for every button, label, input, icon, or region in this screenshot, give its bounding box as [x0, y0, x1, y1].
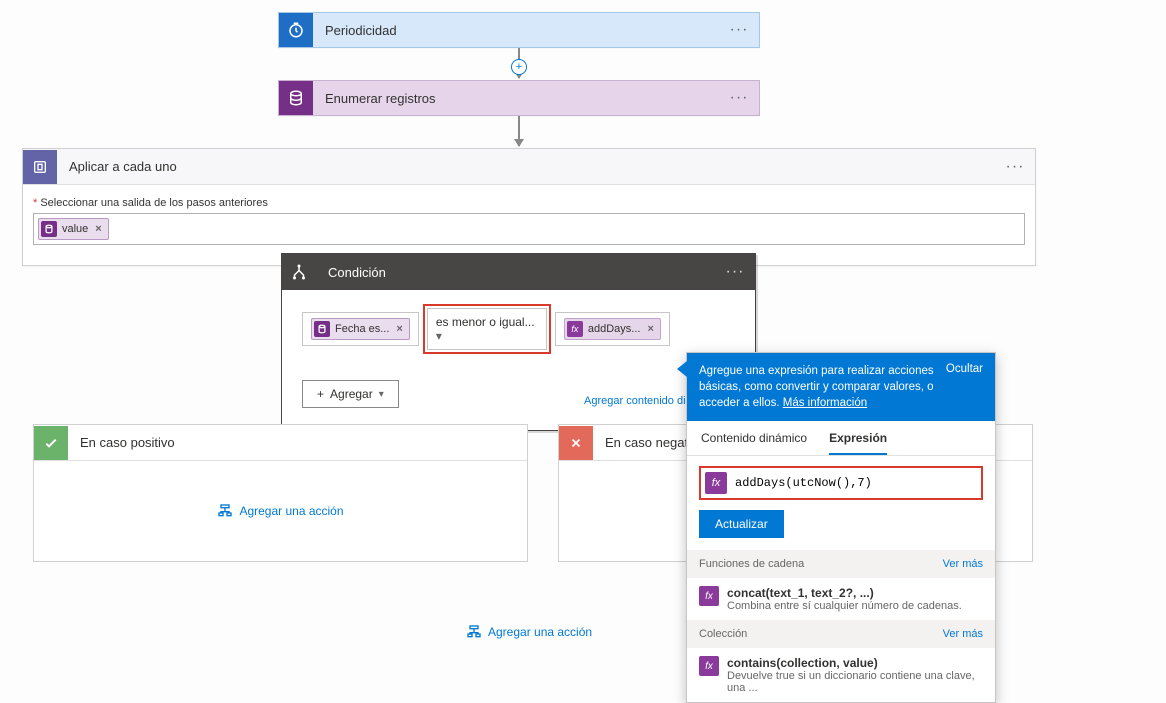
expression-panel: Agregue una expresión para realizar acci…: [686, 352, 996, 703]
token-label: value: [62, 223, 88, 235]
add-condition-button[interactable]: + Agregar ▾: [302, 380, 399, 408]
condition-row: Fecha es... ×: [302, 312, 419, 346]
section-collection-header: Colección Ver más: [687, 620, 995, 648]
connector-arrow: [518, 116, 520, 146]
left-operand-token[interactable]: Fecha es... ×: [311, 318, 410, 340]
branch-icon: [282, 255, 316, 289]
see-more-collection[interactable]: Ver más: [943, 628, 983, 640]
trigger-card[interactable]: Periodicidad ···: [278, 12, 760, 48]
expression-input-highlight: fx: [699, 466, 983, 500]
value-token[interactable]: value ×: [38, 218, 109, 240]
chevron-down-icon: ▾: [379, 389, 384, 400]
fx-icon: fx: [699, 656, 719, 676]
token-label: Fecha es...: [335, 323, 389, 335]
foreach-menu[interactable]: ···: [995, 158, 1035, 176]
plus-icon: +: [317, 387, 324, 401]
condition-operator-dropdown[interactable]: es menor o igual... ▾: [427, 308, 547, 350]
enumerate-title: Enumerar registros: [313, 91, 719, 106]
right-operand-token[interactable]: fx addDays... ×: [564, 318, 661, 340]
expression-panel-header: Agregue una expresión para realizar acci…: [687, 353, 995, 421]
trigger-menu[interactable]: ···: [719, 21, 759, 39]
add-action-bottom[interactable]: Agregar una acción: [466, 624, 592, 640]
foreach-scope: Aplicar a cada uno ··· * Seleccionar una…: [22, 148, 1036, 266]
expression-input[interactable]: [727, 472, 977, 494]
add-action-yes[interactable]: Agregar una acción: [217, 503, 343, 519]
token-remove[interactable]: ×: [95, 223, 101, 235]
enumerate-card[interactable]: Enumerar registros ···: [278, 80, 760, 116]
see-more-strings[interactable]: Ver más: [943, 558, 983, 570]
add-step-icon: [217, 503, 233, 519]
fn-desc: Combina entre sí cualquier número de cad…: [727, 600, 962, 612]
branch-yes-title: En caso positivo: [68, 435, 187, 450]
fn-contains[interactable]: fx contains(collection, value) Devuelve …: [687, 648, 995, 702]
condition-card: Condición ··· Fecha es... ×: [281, 253, 756, 431]
chevron-down-icon: ▾: [436, 329, 442, 343]
add-step-icon: [466, 624, 482, 640]
insert-step-button[interactable]: +: [511, 59, 527, 75]
fx-icon: fx: [705, 472, 727, 494]
hide-panel-link[interactable]: Ocultar: [946, 363, 983, 411]
condition-header[interactable]: Condición ···: [282, 254, 755, 290]
condition-left[interactable]: Fecha es... ×: [303, 313, 418, 345]
check-icon: [34, 426, 68, 460]
database-icon: [279, 81, 313, 115]
foreach-select-label: * Seleccionar una salida de los pasos an…: [33, 197, 1025, 209]
x-icon: [559, 426, 593, 460]
loop-icon: [23, 150, 57, 184]
tab-dynamic-content[interactable]: Contenido dinámico: [701, 431, 807, 455]
branch-yes: En caso positivo Agregar una acción: [33, 424, 528, 562]
clock-icon: [279, 13, 313, 47]
operator-label: es menor o igual...: [436, 315, 535, 329]
fn-name: contains(collection, value): [727, 656, 983, 670]
condition-menu[interactable]: ···: [715, 263, 755, 281]
token-remove[interactable]: ×: [647, 323, 653, 335]
token-remove[interactable]: ×: [396, 323, 402, 335]
expression-tabs: Contenido dinámico Expresión: [687, 421, 995, 456]
condition-title: Condición: [316, 265, 715, 280]
fx-icon: fx: [699, 586, 719, 606]
fn-desc: Devuelve true si un diccionario contiene…: [727, 670, 983, 694]
tab-expression[interactable]: Expresión: [829, 431, 887, 455]
section-strings-header: Funciones de cadena Ver más: [687, 550, 995, 578]
fn-name: concat(text_1, text_2?, ...): [727, 586, 962, 600]
condition-right[interactable]: fx addDays... ×: [556, 313, 669, 345]
fx-icon: fx: [567, 321, 583, 337]
fn-concat[interactable]: fx concat(text_1, text_2?, ...) Combina …: [687, 578, 995, 620]
enumerate-menu[interactable]: ···: [719, 89, 759, 107]
foreach-header[interactable]: Aplicar a cada uno ···: [23, 149, 1035, 185]
database-icon: [41, 221, 57, 237]
learn-more-link[interactable]: Más información: [783, 397, 867, 409]
update-button[interactable]: Actualizar: [699, 510, 784, 538]
foreach-title: Aplicar a cada uno: [57, 159, 995, 174]
database-icon: [314, 321, 330, 337]
foreach-input[interactable]: value ×: [33, 213, 1025, 245]
operator-highlight: es menor o igual... ▾: [423, 304, 551, 354]
token-label: addDays...: [588, 323, 641, 335]
trigger-title: Periodicidad: [313, 23, 719, 38]
